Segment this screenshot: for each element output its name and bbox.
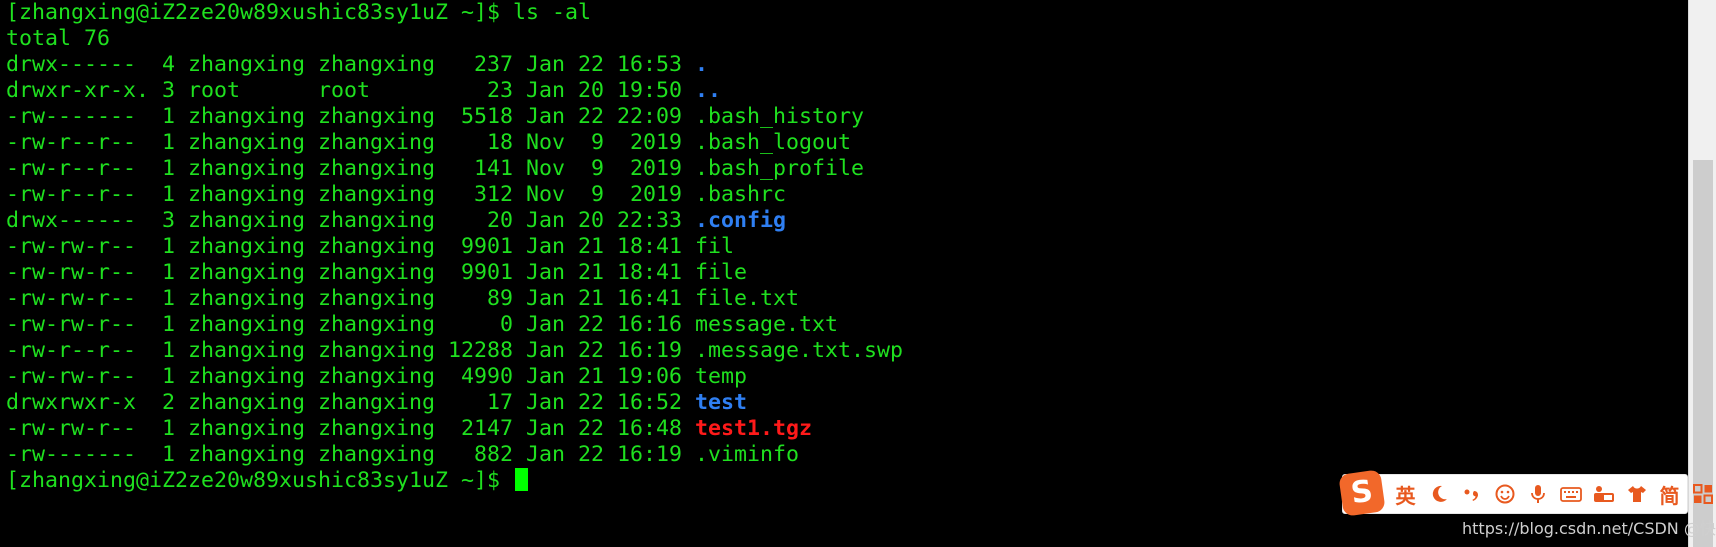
list-item: -rw-rw-r-- 1 zhangxing zhangxing 2147 Ja… bbox=[6, 416, 812, 442]
list-item: -rw-r--r-- 1 zhangxing zhangxing 312 Nov… bbox=[6, 182, 786, 208]
list-item: drwxr-xr-x. 3 root root 23 Jan 20 19:50 … bbox=[6, 78, 721, 104]
skin-shirt-icon[interactable] bbox=[1621, 479, 1652, 509]
simplified-chinese-button[interactable]: 简 bbox=[1654, 479, 1685, 509]
watermark-text: https://blog.csdn.net/CSDN @快乐江湖 bbox=[1462, 519, 1716, 538]
file-name: .bashrc bbox=[695, 182, 787, 207]
command-line: [zhangxing@iZ2ze20w89xushic83sy1uZ ~]$ l… bbox=[6, 0, 591, 26]
toolbox-icon[interactable] bbox=[1588, 479, 1619, 509]
list-item: -rw-r--r-- 1 zhangxing zhangxing 141 Nov… bbox=[6, 156, 864, 182]
file-name: .bash_profile bbox=[695, 156, 865, 181]
file-name: .bash_logout bbox=[695, 130, 852, 155]
file-metadata: -rw-rw-r-- 1 zhangxing zhangxing 89 Jan … bbox=[6, 286, 696, 311]
list-item: -rw-rw-r-- 1 zhangxing zhangxing 0 Jan 2… bbox=[6, 312, 838, 338]
list-item: -rw-rw-r-- 1 zhangxing zhangxing 9901 Ja… bbox=[6, 234, 734, 260]
prompt: [zhangxing@iZ2ze20w89xushic83sy1uZ ~]$ bbox=[6, 0, 514, 25]
file-metadata: -rw-rw-r-- 1 zhangxing zhangxing 0 Jan 2… bbox=[6, 312, 696, 337]
list-item: -rw-rw-r-- 1 zhangxing zhangxing 9901 Ja… bbox=[6, 260, 747, 286]
file-metadata: -rw------- 1 zhangxing zhangxing 882 Jan… bbox=[6, 442, 696, 467]
moon-icon[interactable] bbox=[1423, 479, 1454, 509]
ime-toolbar[interactable]: S 英 简 bbox=[1338, 469, 1713, 517]
file-name: .config bbox=[695, 208, 787, 233]
list-item: drwx------ 4 zhangxing zhangxing 237 Jan… bbox=[6, 52, 708, 78]
list-item: -rw-r--r-- 1 zhangxing zhangxing 12288 J… bbox=[6, 338, 903, 364]
list-item: -rw-rw-r-- 1 zhangxing zhangxing 89 Jan … bbox=[6, 286, 799, 312]
file-metadata: drwx------ 3 zhangxing zhangxing 20 Jan … bbox=[6, 208, 696, 233]
file-metadata: drwxrwxr-x 2 zhangxing zhangxing 17 Jan … bbox=[6, 390, 696, 415]
final-prompt-line[interactable]: [zhangxing@iZ2ze20w89xushic83sy1uZ ~]$ bbox=[6, 468, 529, 494]
file-metadata: -rw-r--r-- 1 zhangxing zhangxing 18 Nov … bbox=[6, 130, 696, 155]
file-metadata: -rw-rw-r-- 1 zhangxing zhangxing 4990 Ja… bbox=[6, 364, 696, 389]
list-item: -rw-rw-r-- 1 zhangxing zhangxing 4990 Ja… bbox=[6, 364, 747, 390]
file-name: file.txt bbox=[695, 286, 800, 311]
sogou-logo-icon[interactable]: S bbox=[1338, 469, 1386, 517]
list-item: -rw------- 1 zhangxing zhangxing 5518 Ja… bbox=[6, 104, 864, 130]
terminal-screen[interactable]: [zhangxing@iZ2ze20w89xushic83sy1uZ ~]$ l… bbox=[6, 0, 1686, 547]
file-name: .viminfo bbox=[695, 442, 800, 467]
punctuation-icon[interactable] bbox=[1456, 479, 1487, 509]
list-item: -rw------- 1 zhangxing zhangxing 882 Jan… bbox=[6, 442, 799, 468]
text-cursor bbox=[515, 468, 529, 491]
file-name: fil bbox=[695, 234, 735, 259]
grid-menu-icon[interactable] bbox=[1687, 479, 1716, 509]
list-item: drwxrwxr-x 2 zhangxing zhangxing 17 Jan … bbox=[6, 390, 747, 416]
microphone-icon[interactable] bbox=[1522, 479, 1553, 509]
list-item: -rw-r--r-- 1 zhangxing zhangxing 18 Nov … bbox=[6, 130, 851, 156]
file-name: test bbox=[695, 390, 748, 415]
file-metadata: -rw-rw-r-- 1 zhangxing zhangxing 9901 Ja… bbox=[6, 234, 696, 259]
emoji-icon[interactable] bbox=[1489, 479, 1520, 509]
vertical-scrollbar[interactable] bbox=[1688, 0, 1716, 547]
file-name: .. bbox=[695, 78, 722, 103]
terminal-window[interactable]: [zhangxing@iZ2ze20w89xushic83sy1uZ ~]$ l… bbox=[0, 0, 1716, 547]
file-metadata: drwx------ 4 zhangxing zhangxing 237 Jan… bbox=[6, 52, 696, 77]
file-name: temp bbox=[695, 364, 748, 389]
file-name: . bbox=[695, 52, 709, 77]
file-name: .message.txt.swp bbox=[695, 338, 904, 363]
file-metadata: -rw-r--r-- 1 zhangxing zhangxing 12288 J… bbox=[6, 338, 696, 363]
file-metadata: -rw-r--r-- 1 zhangxing zhangxing 312 Nov… bbox=[6, 182, 696, 207]
file-name: message.txt bbox=[695, 312, 839, 337]
list-item: drwx------ 3 zhangxing zhangxing 20 Jan … bbox=[6, 208, 786, 234]
file-metadata: -rw-rw-r-- 1 zhangxing zhangxing 2147 Ja… bbox=[6, 416, 696, 441]
total-line: total 76 bbox=[6, 26, 111, 51]
file-metadata: drwxr-xr-x. 3 root root 23 Jan 20 19:50 bbox=[6, 78, 696, 103]
file-metadata: -rw------- 1 zhangxing zhangxing 5518 Ja… bbox=[6, 104, 696, 129]
file-metadata: -rw-r--r-- 1 zhangxing zhangxing 141 Nov… bbox=[6, 156, 696, 181]
file-metadata: -rw-rw-r-- 1 zhangxing zhangxing 9901 Ja… bbox=[6, 260, 696, 285]
file-name: file bbox=[695, 260, 748, 285]
final-prompt: [zhangxing@iZ2ze20w89xushic83sy1uZ ~]$ bbox=[6, 468, 514, 493]
keyboard-icon[interactable] bbox=[1555, 479, 1586, 509]
file-name: test1.tgz bbox=[695, 416, 813, 441]
file-name: .bash_history bbox=[695, 104, 865, 129]
language-mode-button[interactable]: 英 bbox=[1390, 479, 1421, 509]
command-text: ls -al bbox=[513, 0, 592, 25]
